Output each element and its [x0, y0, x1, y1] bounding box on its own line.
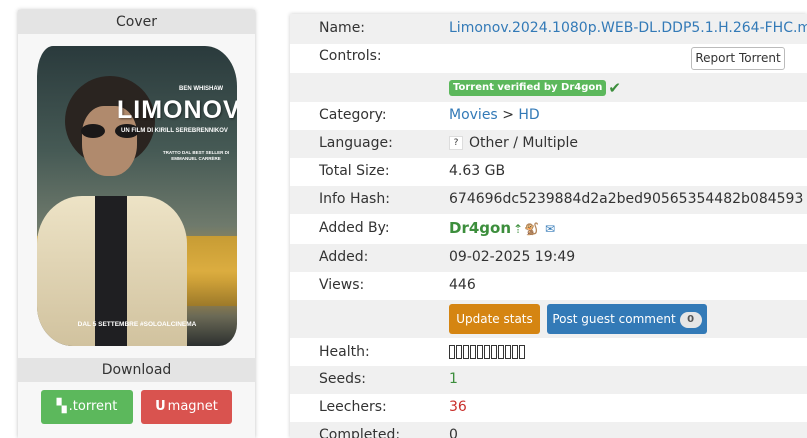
category-value: Movies > HD: [449, 107, 540, 123]
uploader-rank-icon: ⇡: [513, 222, 524, 236]
seeds-value: 1: [449, 371, 458, 387]
verified-container: Torrent verified by Dr4gon ✔: [449, 79, 621, 97]
health-bar-segment: [519, 345, 525, 359]
download-magnet-label: magnet: [167, 399, 218, 414]
row-category: Category: Movies > HD: [290, 102, 807, 130]
post-guest-comment-button[interactable]: Post guest comment 0: [547, 304, 707, 334]
leechers-value: 36: [449, 399, 467, 415]
category-label: Category:: [319, 107, 387, 123]
uploader-avatar-icon: 🐒: [524, 222, 540, 236]
added-label: Added:: [319, 249, 369, 265]
row-actions: Update stats Post guest comment 0: [290, 300, 807, 338]
added-by-container: Dr4gon ⇡🐒 ✉: [449, 219, 555, 237]
health-bar-segment: [505, 345, 511, 359]
health-bar-segment: [512, 345, 518, 359]
torrent-name-link[interactable]: Limonov.2024.1080p.WEB-DL.DDP5.1.H.264-F…: [449, 20, 807, 36]
language-value: Other / Multiple: [469, 135, 578, 151]
magnet-icon: U: [155, 399, 166, 414]
torrent-details-table: Name: Limonov.2024.1080p.WEB-DL.DDP5.1.H…: [290, 14, 807, 438]
torrent-file-icon: ▚: [56, 399, 67, 414]
poster-tagline: TRATTO DAL BEST SELLER DI EMMANUEL CARRÈ…: [162, 150, 230, 161]
language-value-container: ? Other / Multiple: [449, 135, 578, 151]
report-torrent-button[interactable]: Report Torrent: [691, 47, 785, 70]
row-controls: Controls: Report Torrent: [290, 44, 807, 73]
completed-label: Completed:: [319, 427, 401, 438]
row-name: Name: Limonov.2024.1080p.WEB-DL.DDP5.1.H…: [290, 14, 807, 44]
added-by-label: Added By:: [319, 220, 390, 236]
poster-title: LIMONOV: [117, 96, 237, 124]
category-separator: >: [502, 107, 514, 123]
movie-poster: BEN WHISHAW LIMONOV UN FILM DI KIRILL SE…: [37, 46, 237, 346]
health-bar-segment: [449, 345, 455, 359]
completed-value: 0: [449, 427, 458, 438]
mail-icon[interactable]: ✉: [545, 222, 555, 236]
row-completed: Completed: 0: [290, 422, 807, 438]
row-hash: Info Hash: 674696dc5239884d2a2bed9056535…: [290, 186, 807, 214]
poster-release-line: DAL 5 SETTEMBRE #SOLOALCINEMA: [77, 321, 197, 328]
health-bar-segment: [463, 345, 469, 359]
torrent-detail-page: Cover BEN WHISHAW LIMONOV UN FILM DI KIR…: [0, 0, 807, 438]
update-stats-button[interactable]: Update stats: [449, 304, 540, 334]
row-size: Total Size: 4.63 GB: [290, 158, 807, 186]
cover-header: Cover: [18, 10, 255, 34]
download-header: Download: [18, 358, 255, 382]
download-torrent-label: .torrent: [68, 399, 118, 414]
health-bar-segment: [484, 345, 490, 359]
health-bar-segment: [456, 345, 462, 359]
size-value: 4.63 GB: [449, 163, 506, 179]
download-magnet-button[interactable]: Umagnet: [141, 390, 232, 424]
health-bar-segment: [470, 345, 476, 359]
row-added-by: Added By: Dr4gon ⇡🐒 ✉: [290, 214, 807, 244]
size-label: Total Size:: [319, 163, 390, 179]
health-label: Health:: [319, 344, 370, 360]
row-added: Added: 09-02-2025 19:49: [290, 244, 807, 272]
comment-count-badge: 0: [679, 311, 702, 328]
health-indicator: [449, 344, 525, 360]
category-hd-link[interactable]: HD: [518, 107, 539, 123]
cover-download-panel: Cover BEN WHISHAW LIMONOV UN FILM DI KIR…: [18, 10, 255, 438]
row-health: Health:: [290, 338, 807, 366]
added-value: 09-02-2025 19:49: [449, 249, 576, 265]
post-guest-comment-label: Post guest comment: [552, 312, 676, 326]
controls-label: Controls:: [319, 48, 382, 64]
hash-value: 674696dc5239884d2a2bed90565354482b084593: [449, 191, 804, 207]
uploader-link[interactable]: Dr4gon: [449, 219, 511, 237]
hash-label: Info Hash:: [319, 191, 390, 207]
health-bar-segment: [477, 345, 483, 359]
health-bar-segment: [498, 345, 504, 359]
category-movies-link[interactable]: Movies: [449, 107, 498, 123]
row-views: Views: 446: [290, 272, 807, 300]
row-language: Language: ? Other / Multiple: [290, 130, 807, 158]
health-bar-segment: [491, 345, 497, 359]
leechers-label: Leechers:: [319, 399, 387, 415]
row-leechers: Leechers: 36: [290, 394, 807, 422]
row-verified: Torrent verified by Dr4gon ✔: [290, 73, 807, 102]
language-label: Language:: [319, 135, 393, 151]
views-label: Views:: [319, 277, 365, 293]
verified-badge: Torrent verified by Dr4gon: [449, 80, 607, 96]
poster-actor: BEN WHISHAW: [179, 86, 223, 92]
health-bars: [449, 345, 525, 359]
language-flag-icon: ?: [449, 136, 463, 150]
check-icon: ✔: [608, 79, 621, 97]
views-value: 446: [449, 277, 476, 293]
poster-director: UN FILM DI KIRILL SEREBRENNIKOV: [121, 128, 228, 134]
seeds-label: Seeds:: [319, 371, 367, 387]
download-torrent-button[interactable]: ▚ .torrent: [41, 390, 133, 424]
row-seeds: Seeds: 1: [290, 366, 807, 394]
name-label: Name:: [319, 20, 366, 36]
